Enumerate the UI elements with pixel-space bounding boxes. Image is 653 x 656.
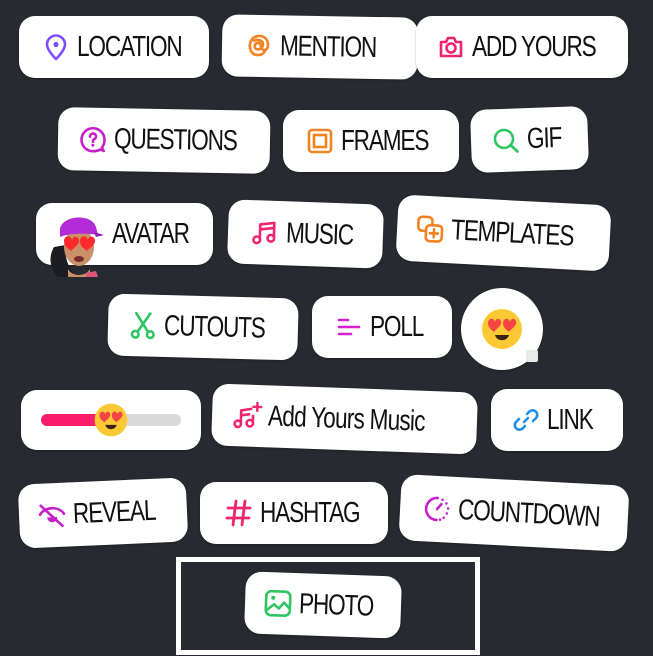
timer-icon (421, 493, 453, 525)
search-icon (490, 125, 521, 156)
link-label: LINK (547, 403, 594, 436)
slider-emoji-knob[interactable] (93, 402, 129, 438)
mention-sticker[interactable]: MENTION (221, 14, 419, 80)
sticker-corner (526, 350, 538, 362)
countdown-sticker[interactable]: COUNTDOWN (398, 474, 630, 552)
avatar-label: AVATAR (112, 217, 190, 250)
templates-label: TEMPLATES (450, 213, 575, 253)
music-label: MUSIC (285, 216, 354, 252)
music-add-icon (232, 400, 263, 431)
avatar-sticker[interactable]: AVATAR (36, 203, 213, 277)
questions-sticker[interactable]: QUESTIONS (57, 107, 271, 174)
reveal-sticker[interactable]: REVEAL (17, 477, 189, 549)
slider-track[interactable] (41, 403, 181, 437)
poll-sticker[interactable]: POLL (312, 296, 452, 358)
question-bubble-icon (78, 124, 109, 155)
add-yours-label: ADD YOURS (472, 30, 597, 63)
emoji-reaction-sticker[interactable] (461, 288, 543, 370)
frames-label: FRAMES (341, 124, 429, 157)
frame-icon (305, 126, 335, 156)
templates-sticker[interactable]: TEMPLATES (395, 194, 612, 272)
location-sticker[interactable]: LOCATION (19, 16, 209, 78)
poll-label: POLL (370, 310, 424, 343)
questions-label: QUESTIONS (113, 123, 237, 158)
gif-sticker[interactable]: GIF (469, 105, 590, 174)
scissors-icon (128, 310, 159, 341)
add-yours-sticker[interactable]: ADD YOURS (416, 16, 628, 78)
location-pin-icon (41, 32, 71, 62)
hashtag-sticker[interactable]: HASHTAG (200, 482, 388, 544)
add-yours-music-label: Add Yours Music (267, 399, 426, 438)
location-label: LOCATION (77, 30, 183, 63)
link-icon (511, 405, 541, 435)
poll-lines-icon (334, 312, 364, 342)
hashtag-icon (224, 498, 254, 528)
heart-eyes-emoji-icon (482, 309, 522, 349)
reveal-label: REVEAL (72, 494, 156, 530)
gif-label: GIF (526, 121, 562, 156)
add-yours-music-sticker[interactable]: Add Yours Music (210, 383, 479, 455)
photo-sticker[interactable]: PHOTO (243, 571, 403, 639)
cutouts-sticker[interactable]: CUTOUTS (107, 293, 299, 361)
image-icon (263, 588, 294, 619)
eye-off-icon (36, 500, 67, 531)
photo-label: PHOTO (298, 587, 374, 623)
frames-sticker[interactable]: FRAMES (283, 110, 459, 172)
avatar-image (50, 217, 104, 277)
threads-at-icon (244, 31, 275, 62)
cutouts-label: CUTOUTS (163, 309, 266, 345)
link-sticker[interactable]: LINK (491, 389, 623, 451)
templates-add-icon (414, 213, 446, 245)
music-sticker[interactable]: MUSIC (226, 199, 385, 269)
emoji-slider-sticker[interactable] (21, 390, 201, 450)
camera-icon (436, 32, 466, 62)
hashtag-label: HASHTAG (260, 496, 361, 529)
countdown-label: COUNTDOWN (457, 493, 601, 533)
mention-label: MENTION (279, 29, 377, 64)
music-note-icon (250, 217, 281, 248)
